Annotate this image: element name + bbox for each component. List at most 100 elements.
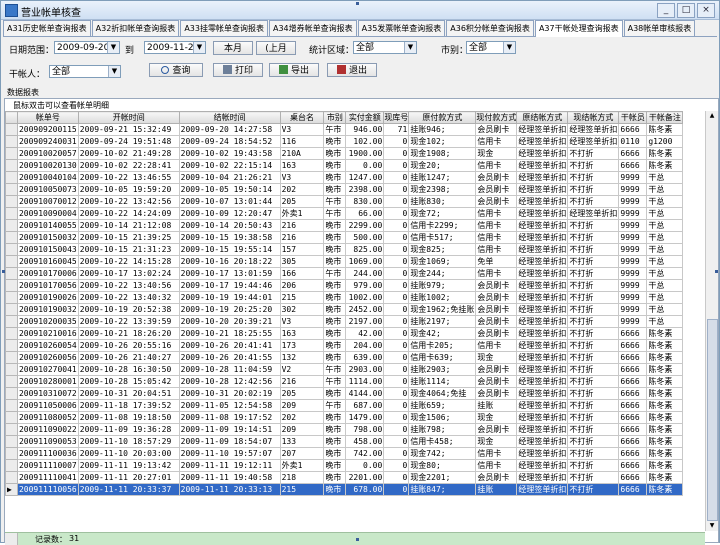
chevron-down-icon[interactable]: ▼ (404, 42, 416, 53)
table-row[interactable]: 200910150043 2009-10-15 21:31:23 2009-10-1… (5, 243, 717, 256)
market-select[interactable]: 全部 ▼ (466, 41, 516, 54)
table-row[interactable]: 200910140055 2009-10-14 21:12:08 2009-10-1… (5, 219, 717, 232)
row-indicator[interactable] (5, 399, 18, 412)
data-grid[interactable]: 帐单号 开帐时间 结帐时间 桌台名 市别 实付金额 现库号 原付款方式 现付款方式 原结帐方式 现结… (5, 111, 717, 545)
column-header[interactable]: 市别 (323, 111, 347, 124)
table-row[interactable]: 200911110007 2009-11-11 19:13:42 2009-11-1… (5, 459, 717, 472)
exit-button[interactable]: 退出 (327, 63, 377, 77)
row-indicator[interactable] (5, 351, 18, 364)
column-header[interactable]: 现结帐方式 (567, 111, 620, 124)
table-row[interactable]: ▶ 200911110056 2009-11-11 20:33:37 2009-11-… (5, 483, 717, 496)
row-indicator[interactable] (5, 267, 18, 280)
table-row[interactable]: 200910210016 2009-10-21 18:26:20 2009-10-2… (5, 327, 717, 340)
tab-5[interactable]: A36积分帐单查询报表 (446, 20, 534, 36)
row-indicator[interactable] (5, 327, 18, 340)
row-indicator[interactable] (5, 303, 18, 316)
row-indicator[interactable] (5, 459, 18, 472)
row-indicator[interactable] (5, 435, 18, 448)
table-row[interactable]: 200910020057 2009-10-02 21:49:28 2009-10-0… (5, 147, 717, 160)
resize-handle-left[interactable] (2, 270, 5, 273)
prev-month-button[interactable]: (上月 (256, 41, 296, 55)
table-row[interactable]: 200910050073 2009-10-05 19:59:20 2009-10-0… (5, 183, 717, 196)
column-header[interactable]: 帐单号 (16, 111, 79, 124)
table-row[interactable]: 200910150032 2009-10-15 21:39:25 2009-10-1… (5, 231, 717, 244)
tab-3[interactable]: A34增券帐单查询报表 (268, 20, 357, 36)
table-row[interactable]: 200910190032 2009-10-19 20:52:38 2009-10-1… (5, 303, 717, 316)
row-indicator[interactable] (5, 423, 18, 436)
column-header[interactable]: 桌台名 (279, 111, 325, 124)
row-indicator[interactable] (5, 135, 18, 148)
chevron-down-icon[interactable]: ▼ (108, 66, 120, 77)
resize-handle-right[interactable] (715, 270, 718, 273)
table-row[interactable]: 200910070012 2009-10-22 13:42:56 2009-10-0… (5, 195, 717, 208)
row-indicator[interactable] (5, 183, 18, 196)
tab-6[interactable]: A37干帐处理查询报表 (534, 20, 623, 37)
row-indicator[interactable] (5, 363, 18, 376)
row-indicator[interactable] (5, 195, 18, 208)
row-indicator[interactable] (5, 375, 18, 388)
table-row[interactable]: 200910090004 2009-10-22 14:24:09 2009-10-0… (5, 207, 717, 220)
table-row[interactable]: 200910160045 2009-10-22 14:15:28 2009-10-1… (5, 255, 717, 268)
table-row[interactable]: 200910190026 2009-10-22 13:40:32 2009-10-1… (5, 291, 717, 304)
table-row[interactable]: 200910280001 2009-10-28 15:05:42 2009-10-2… (5, 375, 717, 388)
table-row[interactable]: 200911110041 2009-11-11 20:27:01 2009-11-1… (5, 471, 717, 484)
row-indicator[interactable] (5, 411, 18, 424)
this-month-button[interactable]: 本月 (213, 41, 253, 55)
table-row[interactable]: 200910310072 2009-10-31 20:04:51 2009-10-3… (5, 387, 717, 400)
column-header[interactable]: 实付金额 (345, 111, 385, 124)
export-button[interactable]: 导出 (269, 63, 319, 77)
table-row[interactable]: 200911090053 2009-11-10 18:57:29 2009-11-0… (5, 435, 717, 448)
table-row[interactable]: 200910270041 2009-10-28 16:30:50 2009-10-2… (5, 363, 717, 376)
query-button[interactable]: 查询 (149, 63, 203, 77)
row-indicator[interactable] (5, 255, 18, 268)
column-header[interactable]: 干帐备注 (646, 111, 684, 124)
row-indicator[interactable] (5, 123, 18, 136)
region-select[interactable]: 全部 ▼ (353, 41, 417, 54)
table-row[interactable]: 200909200115 2009-09-21 15:32:49 2009-09-2… (5, 123, 717, 136)
table-row[interactable]: 200911080052 2009-11-08 19:18:50 2009-11-0… (5, 411, 717, 424)
column-header[interactable]: 现付款方式 (475, 111, 518, 124)
table-row[interactable]: 200910040104 2009-10-22 13:46:55 2009-10-0… (5, 171, 717, 184)
table-row[interactable]: 200910260056 2009-10-26 21:40:27 2009-10-2… (5, 351, 717, 364)
row-indicator[interactable] (5, 171, 18, 184)
column-header[interactable]: 现库号 (383, 111, 410, 124)
row-indicator[interactable] (5, 147, 18, 160)
column-header[interactable]: 干帐员 (618, 111, 648, 124)
tab-7[interactable]: A38帐单审核报表 (623, 20, 696, 36)
column-header[interactable]: 结帐时间 (178, 111, 281, 124)
table-row[interactable]: 200910260054 2009-10-26 20:55:16 2009-10-2… (5, 339, 717, 352)
chevron-down-icon[interactable]: ▼ (503, 42, 515, 53)
column-header[interactable]: 原结帐方式 (516, 111, 569, 124)
scroll-down-icon[interactable]: ▼ (707, 521, 717, 531)
chevron-down-icon[interactable]: ▼ (107, 42, 119, 53)
table-row[interactable]: 200911090022 2009-11-09 19:36:28 2009-11-0… (5, 423, 717, 436)
row-indicator[interactable] (5, 159, 18, 172)
chevron-down-icon[interactable]: ▼ (193, 42, 205, 53)
date-to-picker[interactable]: 2009-11-20 ▼ (144, 41, 206, 54)
print-button[interactable]: 打印 (213, 63, 263, 77)
table-row[interactable]: 200910200035 2009-10-22 13:39:59 2009-10-2… (5, 315, 717, 328)
vertical-scrollbar[interactable]: ▲ ▼ (705, 111, 718, 531)
row-indicator[interactable] (5, 207, 18, 220)
table-row[interactable]: 200910020130 2009-10-02 22:28:41 2009-10-0… (5, 159, 717, 172)
tab-2[interactable]: A33挂零帐单查询报表 (180, 20, 268, 36)
row-indicator[interactable] (5, 279, 18, 292)
row-indicator[interactable] (5, 471, 18, 484)
row-indicator[interactable] (5, 219, 18, 232)
close-button[interactable]: × (697, 3, 715, 18)
maximize-button[interactable]: □ (677, 3, 695, 18)
column-header[interactable]: 开帐时间 (77, 111, 180, 124)
row-indicator[interactable] (5, 339, 18, 352)
minimize-button[interactable]: _ (657, 3, 675, 18)
table-row[interactable]: 200911050006 2009-11-18 17:39:52 2009-11-0… (5, 399, 717, 412)
tab-4[interactable]: A35发票帐单查询报表 (357, 20, 446, 36)
date-from-picker[interactable]: 2009-09-20 ▼ (54, 41, 120, 54)
row-indicator[interactable] (5, 291, 18, 304)
row-indicator[interactable] (5, 447, 18, 460)
tab-0[interactable]: A31历史帐单查询报表 (3, 20, 91, 36)
tab-1[interactable]: A32折扣帐单查询报表 (91, 20, 180, 36)
column-header[interactable]: 原付款方式 (408, 111, 477, 124)
row-indicator[interactable] (5, 243, 18, 256)
row-indicator[interactable]: ▶ (5, 483, 18, 496)
resize-handle-top[interactable] (356, 2, 359, 5)
